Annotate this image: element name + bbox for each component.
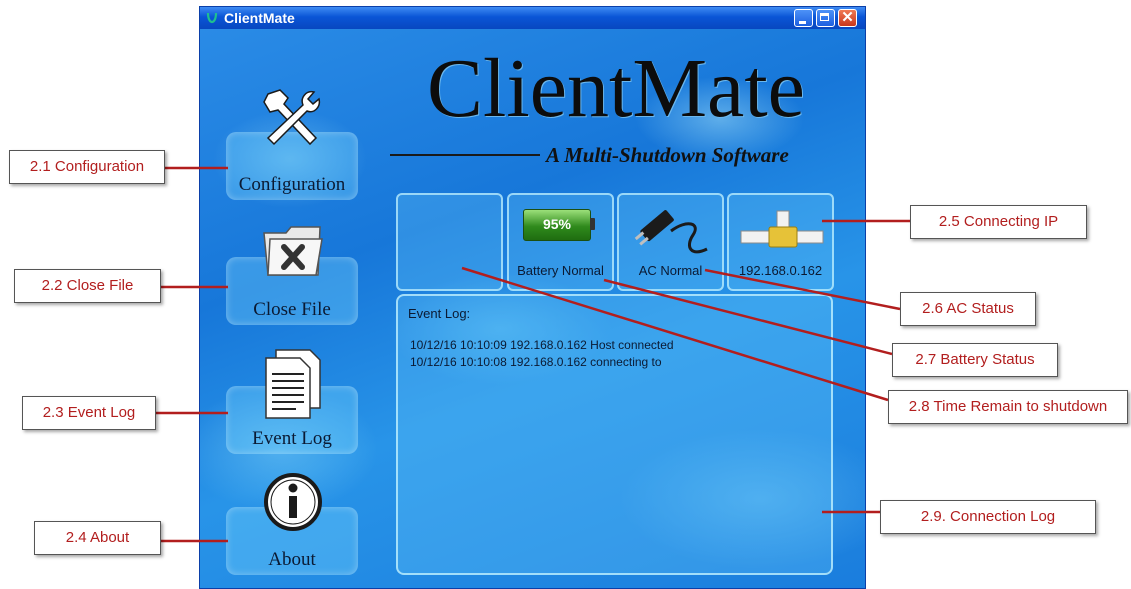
leader-line-ac-status bbox=[704, 268, 901, 311]
annotation-time-remain: 2.8 Time Remain to shutdown bbox=[888, 390, 1128, 424]
leader-line-battery-status bbox=[603, 278, 893, 356]
annotation-battery-status: 2.7 Battery Status bbox=[892, 343, 1058, 377]
annotation-ac-status: 2.6 AC Status bbox=[900, 292, 1036, 326]
annotation-about: 2.4 About bbox=[34, 521, 161, 555]
annotation-close-file: 2.2 Close File bbox=[14, 269, 161, 303]
leader-line-time-remain bbox=[461, 266, 889, 402]
annotation-connecting-ip: 2.5 Connecting IP bbox=[910, 205, 1087, 239]
annotation-configuration: 2.1 Configuration bbox=[9, 150, 165, 184]
annotation-event-log: 2.3 Event Log bbox=[22, 396, 156, 430]
annotation-connection-log: 2.9. Connection Log bbox=[880, 500, 1096, 534]
